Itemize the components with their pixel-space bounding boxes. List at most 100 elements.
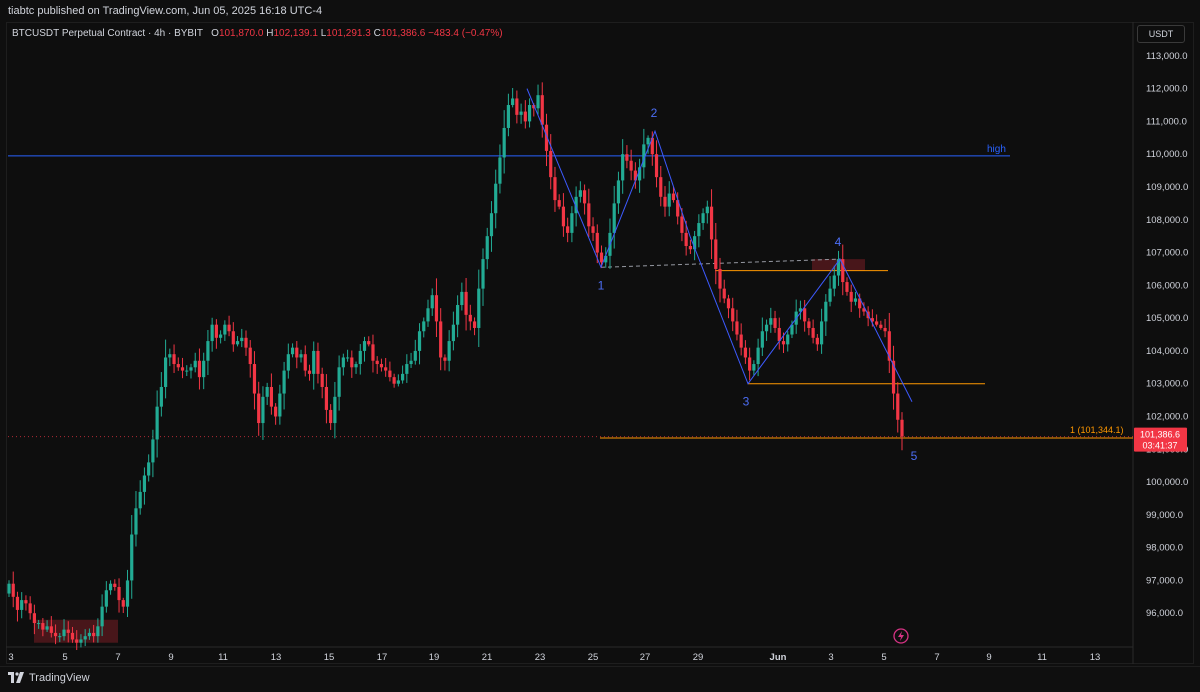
- candle-body: [290, 347, 295, 355]
- candle-body: [151, 439, 155, 463]
- candle-body: [168, 354, 172, 358]
- candle-body: [849, 291, 853, 302]
- candle-body: [697, 223, 701, 237]
- candle-body: [781, 341, 786, 345]
- candle-body: [485, 236, 489, 260]
- candle-body: [79, 639, 83, 643]
- candle-body: [726, 298, 731, 309]
- candle-body: [261, 396, 265, 424]
- candle-body: [214, 324, 218, 338]
- candle-body: [244, 337, 248, 348]
- candle-body: [900, 419, 904, 437]
- candle-body: [629, 160, 633, 171]
- time-label: 19: [429, 652, 440, 663]
- candle-body: [185, 370, 189, 372]
- candle-body: [625, 154, 629, 161]
- close-label: C: [373, 28, 381, 39]
- candle-body: [202, 360, 206, 378]
- candle-body: [379, 364, 384, 368]
- candle-body: [282, 370, 286, 394]
- price-label: 99,000.0: [1146, 510, 1183, 521]
- time-label: 5: [881, 652, 886, 663]
- candle-body: [646, 137, 650, 145]
- candle-body: [760, 331, 764, 348]
- candle-body: [498, 157, 502, 184]
- price-scale[interactable]: 113,000.0 112,000.0 111,000.0 110,000.0 109,…: [1134, 51, 1188, 619]
- candle-body: [845, 282, 849, 292]
- candle-body: [384, 367, 388, 371]
- candle-body: [295, 347, 299, 358]
- candle-body: [477, 288, 481, 328]
- candle-body: [147, 462, 151, 476]
- candle-body: [252, 364, 257, 394]
- wave-label: 1: [598, 278, 605, 292]
- candle-body: [417, 331, 422, 351]
- tradingview-logo-icon: [8, 672, 24, 683]
- candle-body: [447, 341, 451, 361]
- tradingview-brand[interactable]: TradingView: [8, 672, 90, 684]
- candle-body: [621, 154, 625, 181]
- candle-body: [506, 105, 511, 128]
- candle-body: [248, 347, 252, 365]
- candle-body: [142, 475, 147, 492]
- chart-background: [6, 22, 1134, 664]
- candle-body: [722, 288, 726, 299]
- open-label: O: [211, 28, 219, 39]
- candle-body: [358, 350, 362, 365]
- candle-body: [832, 275, 836, 289]
- candle-body: [853, 298, 858, 302]
- candle-body: [591, 226, 595, 233]
- elliott-wave-drawing[interactable]: 1 2 3 4 5: [526, 88, 918, 644]
- candle-body: [32, 613, 36, 624]
- open-value: 101,870.0: [218, 28, 264, 39]
- candle-body: [616, 180, 621, 204]
- candle-body: [570, 213, 574, 233]
- time-label: 23: [535, 652, 546, 663]
- candle-body: [883, 327, 887, 332]
- candle-body: [752, 364, 756, 371]
- candle-body: [240, 337, 244, 342]
- candle-body: [269, 386, 273, 407]
- candle-body: [739, 334, 743, 348]
- candle-body: [489, 213, 494, 237]
- close-value: 101,386.6: [380, 28, 426, 39]
- candle-body: [667, 193, 671, 207]
- candle-body: [83, 636, 87, 640]
- candle-body: [735, 321, 739, 335]
- candle-body: [879, 324, 883, 328]
- price-label: 112,000.0: [1146, 84, 1188, 95]
- candle-body: [561, 206, 566, 227]
- price-label: 98,000.0: [1146, 543, 1183, 554]
- price-label: 106,000.0: [1146, 280, 1188, 291]
- candle-body: [819, 321, 824, 345]
- candle-body: [117, 586, 121, 601]
- symbol-legend: BTCUSDT Perpetual Contract · 4h · BYBIT …: [12, 28, 503, 39]
- time-scale[interactable]: 3 5 7 9 11 13 15 17 19 21 23 25 27 29 Jun 3 5 7 9 11 13: [8, 652, 1100, 663]
- candle-body: [413, 350, 417, 361]
- candle-body: [451, 324, 455, 342]
- price-chart[interactable]: high1 (101,344.1) 12345 113,000.0112,000…: [0, 0, 1200, 692]
- price-label: 110,000.0: [1146, 149, 1188, 160]
- candle-body: [37, 623, 41, 625]
- candle-body: [443, 357, 447, 361]
- candle-body: [557, 200, 561, 207]
- wave-path: [526, 88, 913, 402]
- time-label: Jun: [770, 652, 787, 663]
- currency-selector[interactable]: USDT: [1137, 25, 1185, 43]
- lightning-bolt-icon: [898, 631, 904, 641]
- candle-body: [599, 252, 604, 263]
- candle-body: [434, 295, 439, 322]
- candle-body: [172, 354, 176, 365]
- candle-body: [468, 314, 472, 322]
- candle-body: [7, 583, 11, 594]
- candle-body: [582, 190, 587, 204]
- candle-body: [28, 603, 32, 614]
- symbol-title[interactable]: BTCUSDT Perpetual Contract · 4h · BYBIT: [12, 28, 203, 39]
- candle-body: [375, 360, 379, 365]
- low-value: 101,291.3: [326, 28, 371, 39]
- high-label: high: [987, 144, 1006, 155]
- candle-body: [159, 386, 163, 407]
- candle-body: [409, 360, 413, 365]
- candle-body: [278, 393, 282, 417]
- candle-body: [494, 183, 498, 214]
